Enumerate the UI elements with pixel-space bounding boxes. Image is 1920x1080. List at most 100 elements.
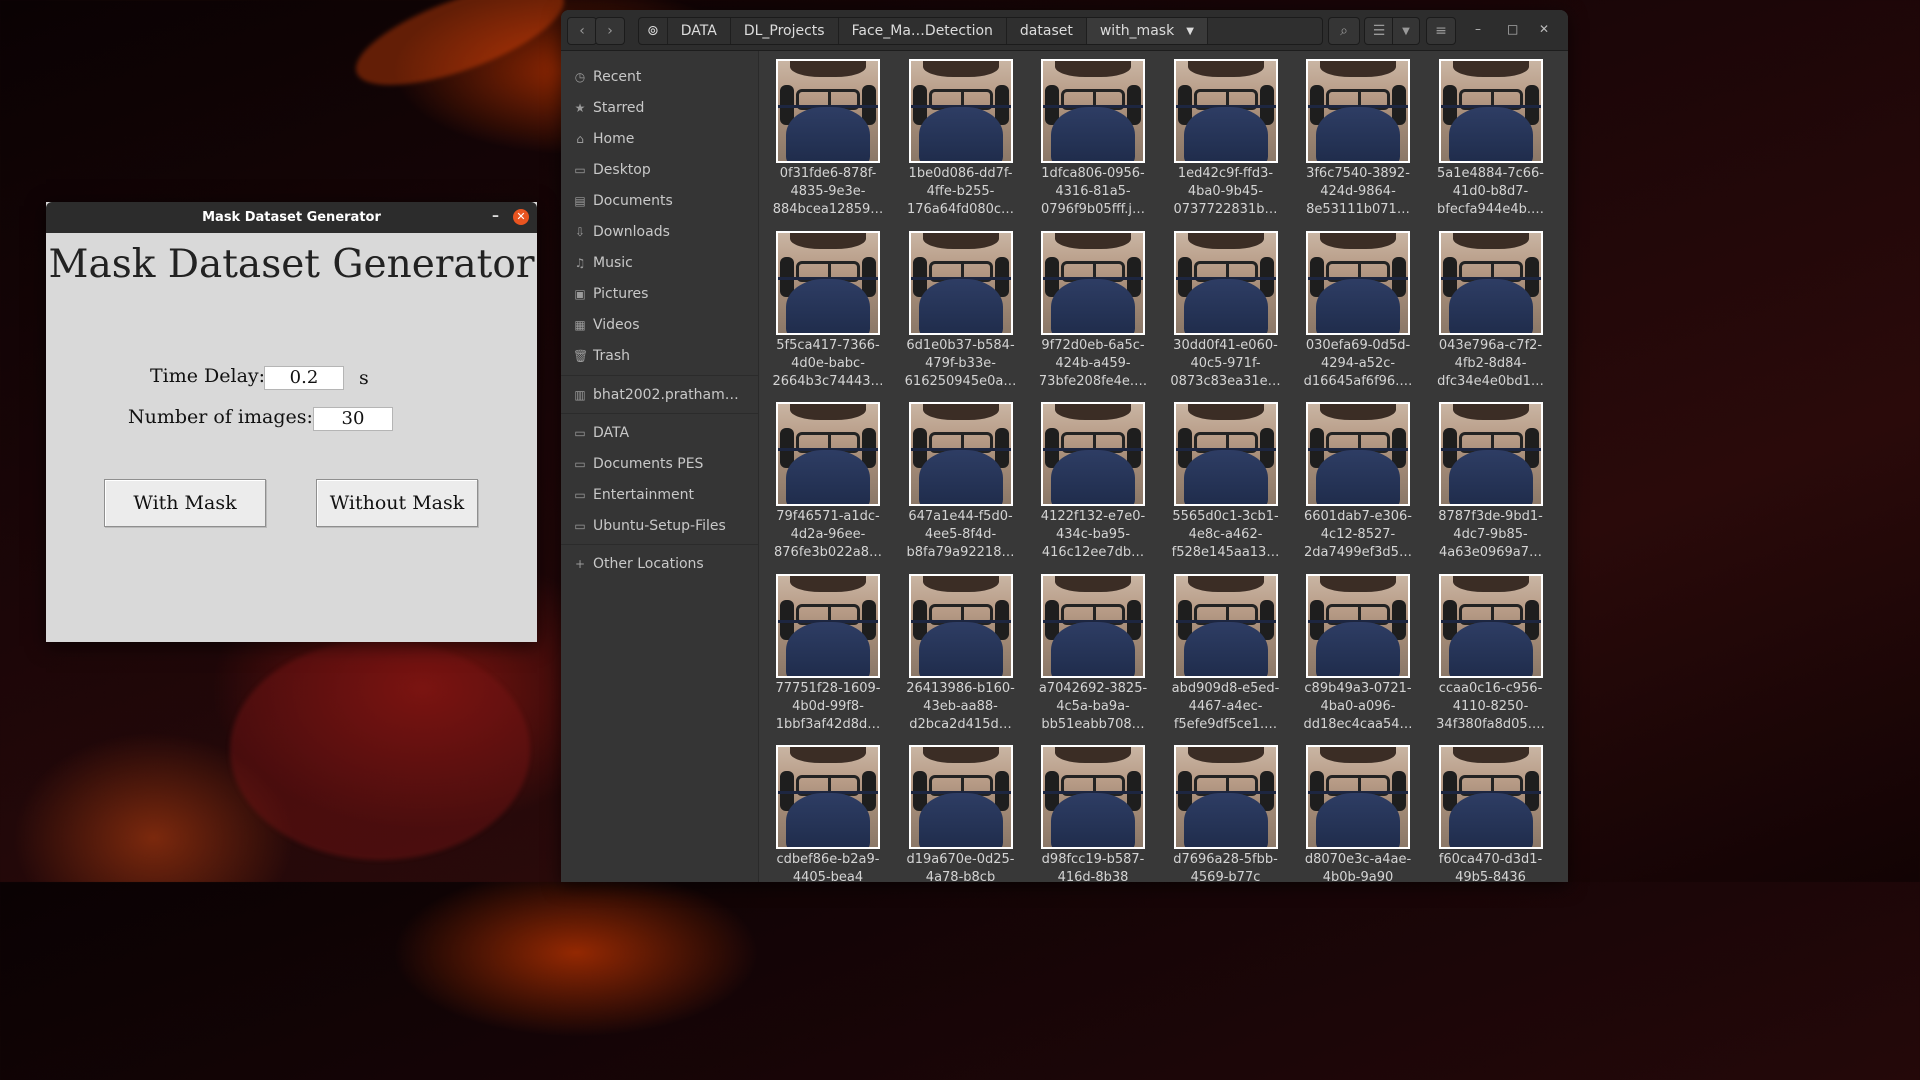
file-tile[interactable]: 26413986-b160- 43eb-aa88- d2bca2d415d… bbox=[895, 573, 1027, 734]
file-name: d98fcc19-b587- 416d-8b38 bbox=[1041, 852, 1145, 882]
sidebar-divider bbox=[561, 413, 758, 414]
close-icon[interactable]: ✕ bbox=[513, 209, 529, 225]
file-tile[interactable]: d8070e3c-a4ae- 4b0b-9a90 bbox=[1292, 745, 1424, 882]
sidebar-item-recent[interactable]: ◷ Recent bbox=[573, 66, 642, 88]
drive-icon[interactable]: ⊚ bbox=[639, 18, 668, 44]
search-button[interactable]: ⌕ bbox=[1328, 17, 1360, 45]
sidebar-item-label: Videos bbox=[593, 317, 640, 333]
time-delay-label: Time Delay: bbox=[150, 365, 266, 387]
file-tile[interactable]: 4122f132-e7e0- 434c-ba95- 416c12ee7db… bbox=[1027, 402, 1159, 562]
sidebar-item-documents-pes[interactable]: ▭ Documents PES bbox=[573, 453, 703, 475]
forward-button[interactable]: › bbox=[595, 17, 625, 45]
view-options-button[interactable]: ▼ bbox=[1392, 17, 1420, 45]
file-tile[interactable]: 043e796a-c7f2- 4fb2-8d84- dfc34e4e0bd1… bbox=[1425, 230, 1557, 391]
file-tile[interactable]: 5565d0c1-3cb1- 4e8c-a462- f528e145aa13… bbox=[1160, 402, 1292, 562]
time-delay-input[interactable]: 0.2 bbox=[264, 366, 344, 390]
with-mask-button[interactable]: With Mask bbox=[104, 479, 266, 527]
without-mask-button[interactable]: Without Mask bbox=[316, 479, 478, 527]
file-tile[interactable]: 77751f28-1609- 4b0d-99f8- 1bbf3af42d8d… bbox=[762, 573, 894, 734]
image-thumbnail bbox=[1438, 402, 1543, 506]
sidebar-item-pictures[interactable]: ▣ Pictures bbox=[573, 283, 648, 305]
file-name: c89b49a3-0721- 4ba0-a096- dd18ec4caa54… bbox=[1303, 680, 1413, 732]
sidebar-item-documents[interactable]: ▤ Documents bbox=[573, 190, 673, 212]
file-tile[interactable]: 1be0d086-dd7f- 4ffe-b255- 176a64fd080c… bbox=[895, 59, 1027, 219]
minimize-icon[interactable]: – bbox=[1475, 22, 1481, 36]
file-name: 030efa69-0d5d- 4294-a52c- d16645af6f96.… bbox=[1303, 337, 1413, 389]
image-thumbnail bbox=[908, 402, 1013, 506]
sidebar-item-downloads[interactable]: ⇩ Downloads bbox=[573, 221, 670, 243]
minimize-icon[interactable]: – bbox=[492, 208, 499, 224]
file-tile[interactable]: 0f31fde6-878f- 4835-9e3e- 884bcea12859… bbox=[762, 59, 894, 219]
breadcrumb-item-current[interactable]: with_mask ▼ bbox=[1086, 18, 1208, 44]
file-tile[interactable]: abd909d8-e5ed- 4467-a4ec- f5efe9df5ce1.… bbox=[1160, 573, 1292, 734]
file-tile[interactable]: 5f5ca417-7366- 4d0e-babc- 2664b3c74443… bbox=[762, 230, 894, 391]
file-tile[interactable]: 6d1e0b37-b584- 479f-b33e- 616250945e0a… bbox=[895, 230, 1027, 391]
breadcrumb-item[interactable]: dataset bbox=[1007, 18, 1087, 44]
breadcrumb-item[interactable]: DL_Projects bbox=[731, 18, 839, 44]
file-name: 79f46571-a1dc- 4d2a-96ee- 876fe3b022a8… bbox=[774, 509, 882, 560]
number-of-images-input[interactable]: 30 bbox=[313, 407, 393, 431]
file-tile[interactable]: d98fcc19-b587- 416d-8b38 bbox=[1027, 745, 1159, 882]
file-tile[interactable]: 6601dab7-e306- 4c12-8527- 2da7499ef3d5… bbox=[1292, 402, 1424, 562]
sidebar-item-label: Trash bbox=[593, 348, 630, 364]
file-name: ccaa0c16-c956- 4110-8250- 34f380fa8d05.… bbox=[1436, 680, 1545, 732]
file-tile[interactable]: f60ca470-d3d1- 49b5-8436 bbox=[1425, 745, 1557, 882]
image-thumbnail bbox=[1438, 745, 1543, 849]
file-tile[interactable]: 647a1e44-f5d0- 4ee5-8f4d- b8fa79a92218… bbox=[895, 402, 1027, 562]
file-tile[interactable]: d19a670e-0d25- 4a78-b8cb bbox=[895, 745, 1027, 882]
close-icon[interactable]: ✕ bbox=[1539, 22, 1549, 36]
file-tile[interactable]: 9f72d0eb-6a5c- 424b-a459- 73bfe208fe4e.… bbox=[1027, 230, 1159, 391]
star-icon: ★ bbox=[574, 101, 586, 115]
sidebar-item-data[interactable]: ▭ DATA bbox=[573, 422, 629, 444]
sidebar-item-ubuntu-setup-files[interactable]: ▭ Ubuntu-Setup-Files bbox=[573, 515, 726, 537]
file-tile[interactable]: d7696a28-5fbb- 4569-b77c bbox=[1160, 745, 1292, 882]
file-tile[interactable]: 1dfca806-0956- 4316-81a5- 0796f9b05fff.j… bbox=[1027, 59, 1159, 219]
search-icon: ⌕ bbox=[1340, 23, 1348, 39]
network-drive-icon: ▥ bbox=[574, 388, 586, 402]
file-tile[interactable]: 030efa69-0d5d- 4294-a52c- d16645af6f96.… bbox=[1292, 230, 1424, 391]
image-thumbnail bbox=[908, 745, 1013, 849]
file-tile[interactable]: cdbef86e-b2a9- 4405-bea4 bbox=[762, 745, 894, 882]
image-thumbnail bbox=[1438, 230, 1543, 335]
window-titlebar[interactable]: Mask Dataset Generator – ✕ bbox=[46, 202, 537, 233]
file-name: 1ed42c9f-ffd3- 4ba0-9b45- 0737722831b… bbox=[1173, 166, 1278, 217]
sidebar-item-videos[interactable]: ▦ Videos bbox=[573, 314, 640, 336]
sidebar-item-label: Home bbox=[593, 131, 635, 147]
file-name: f60ca470-d3d1- 49b5-8436 bbox=[1438, 852, 1543, 882]
file-name: 4122f132-e7e0- 434c-ba95- 416c12ee7db… bbox=[1040, 509, 1146, 560]
breadcrumb-item[interactable]: DATA bbox=[668, 18, 731, 44]
sidebar-divider bbox=[561, 375, 758, 376]
file-tile[interactable]: a7042692-3825- 4c5a-ba9a- bb51eabb708… bbox=[1027, 573, 1159, 734]
maximize-icon[interactable]: □ bbox=[1507, 22, 1518, 36]
menu-button[interactable]: ≡ bbox=[1426, 17, 1456, 45]
view-list-button[interactable]: ☰ bbox=[1364, 17, 1394, 45]
folder-icon: ▭ bbox=[574, 457, 586, 471]
sidebar-item-network-drive[interactable]: ▥ bhat2002.pratham… bbox=[573, 384, 738, 406]
file-tile[interactable]: 5a1e4884-7c66- 41d0-b8d7- bfecfa944e4b.… bbox=[1425, 59, 1557, 219]
sidebar-item-desktop[interactable]: ▭ Desktop bbox=[573, 159, 651, 181]
file-tile[interactable]: 8787f3de-9bd1- 4dc7-9b85- 4a63e0969a7… bbox=[1425, 402, 1557, 562]
file-tile[interactable]: c89b49a3-0721- 4ba0-a096- dd18ec4caa54… bbox=[1292, 573, 1424, 734]
sidebar-item-label: Desktop bbox=[593, 162, 651, 178]
breadcrumb-item[interactable]: Face_Ma…Detection bbox=[839, 18, 1007, 44]
sidebar-item-trash[interactable]: 🗑 Trash bbox=[573, 345, 630, 367]
sidebar-item-entertainment[interactable]: ▭ Entertainment bbox=[573, 484, 694, 506]
desktop-icon: ▭ bbox=[574, 163, 586, 177]
file-tile[interactable]: 3f6c7540-3892- 424d-9864- 8e53111b071… bbox=[1292, 59, 1424, 219]
sidebar-item-music[interactable]: ♫ Music bbox=[573, 252, 633, 274]
file-tile[interactable]: ccaa0c16-c956- 4110-8250- 34f380fa8d05.… bbox=[1425, 573, 1557, 734]
sidebar-item-home[interactable]: ⌂ Home bbox=[573, 128, 634, 150]
plus-icon: + bbox=[574, 557, 586, 571]
image-thumbnail bbox=[1306, 230, 1410, 335]
file-tile[interactable]: 30dd0f41-e060- 40c5-971f- 0873c83ea31e… bbox=[1160, 230, 1292, 391]
trash-icon: 🗑 bbox=[573, 349, 589, 363]
file-tile[interactable]: 79f46571-a1dc- 4d2a-96ee- 876fe3b022a8… bbox=[762, 402, 894, 562]
image-thumbnail bbox=[1041, 745, 1145, 849]
image-thumbnail bbox=[908, 230, 1013, 335]
file-tile[interactable]: 1ed42c9f-ffd3- 4ba0-9b45- 0737722831b… bbox=[1160, 59, 1292, 219]
sidebar-item-starred[interactable]: ★ Starred bbox=[573, 97, 645, 119]
sidebar-item-other-locations[interactable]: + Other Locations bbox=[573, 553, 704, 575]
back-button[interactable]: ‹ bbox=[567, 17, 597, 45]
image-thumbnail bbox=[908, 573, 1013, 678]
file-name: 8787f3de-9bd1- 4dc7-9b85- 4a63e0969a7… bbox=[1438, 509, 1543, 560]
